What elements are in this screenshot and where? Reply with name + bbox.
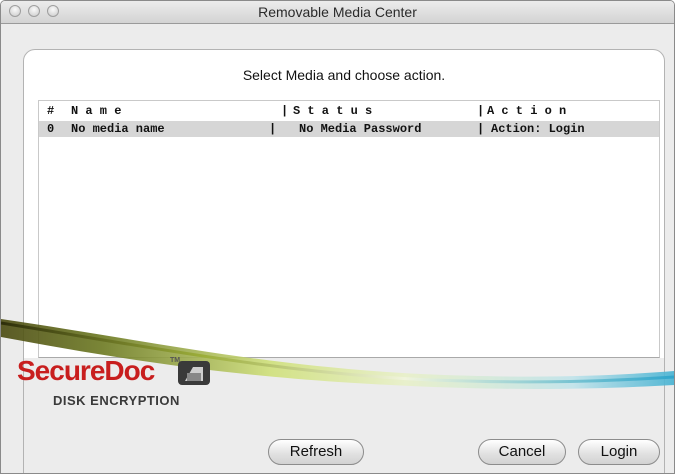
row-sep-1: |: [269, 122, 277, 136]
list-header: # N a m e | S t a t u s | A c t i o n: [39, 101, 659, 119]
header-sep-1: |: [281, 104, 289, 118]
row-action: Action: Login: [491, 122, 585, 136]
window-title: Removable Media Center: [258, 4, 417, 20]
header-status: S t a t u s: [293, 104, 373, 118]
logo-wordmark: SecureDoc: [17, 355, 155, 386]
title-bar[interactable]: Removable Media Center: [1, 1, 674, 24]
instruction-text: Select Media and choose action.: [242, 67, 446, 83]
list-item[interactable]: 0 No media name | No Media Password | Ac…: [39, 121, 659, 137]
header-action: A c t i o n: [487, 104, 567, 118]
cancel-button[interactable]: Cancel: [478, 439, 566, 465]
securedoc-logo: SecureDoc TM DISK ENCRYPTION: [17, 355, 217, 425]
window: Removable Media Center Select Media and …: [0, 0, 675, 474]
row-status: No Media Password: [299, 122, 422, 136]
row-num: 0: [47, 122, 55, 136]
login-button[interactable]: Login: [578, 439, 660, 465]
row-sep-2: |: [477, 122, 485, 136]
media-list[interactable]: # N a m e | S t a t u s | A c t i o n 0 …: [38, 100, 660, 358]
header-name: N a m e: [71, 104, 122, 118]
header-sep-2: |: [477, 104, 485, 118]
drive-icon: [178, 361, 210, 385]
header-num: #: [47, 104, 55, 118]
logo-subtitle: DISK ENCRYPTION: [53, 393, 180, 408]
refresh-button[interactable]: Refresh: [268, 439, 364, 465]
row-name: No media name: [71, 122, 165, 136]
